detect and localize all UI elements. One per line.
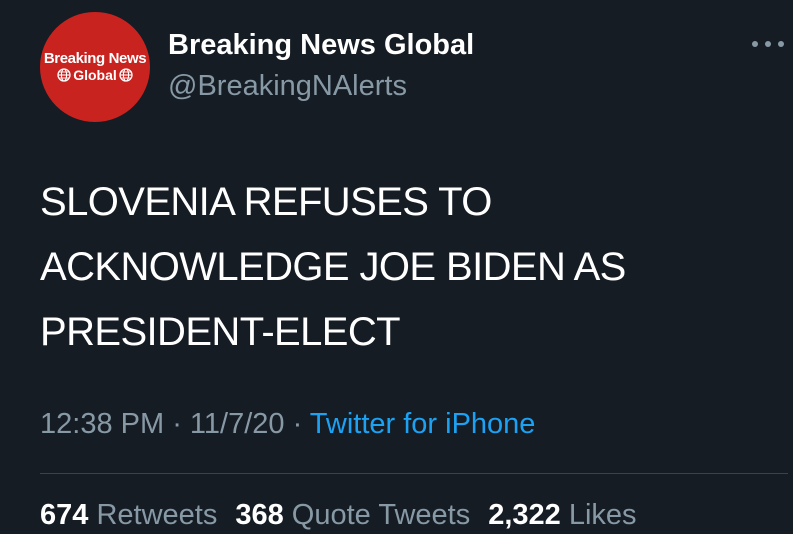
tweet-date[interactable]: 11/7/20	[190, 408, 285, 440]
retweets-stat[interactable]: 674 Retweets	[40, 499, 217, 532]
quote-tweets-label: Quote Tweets	[291, 499, 471, 531]
quote-tweets-stat[interactable]: 368 Quote Tweets	[235, 499, 470, 532]
tweet: Breaking News Global Breaking News Globa…	[0, 0, 793, 534]
more-horizontal-icon-dot	[778, 41, 784, 47]
tweet-stats: 674 Retweets 368 Quote Tweets 2,322 Like…	[40, 499, 637, 532]
tweet-time[interactable]: 12:38 PM	[40, 408, 164, 440]
more-horizontal-icon-dot	[752, 41, 758, 47]
likes-count: 2,322	[488, 499, 561, 531]
globe-icon	[57, 68, 71, 82]
tweet-text-line: PRESIDENT-ELECT	[40, 310, 401, 354]
likes-label: Likes	[568, 499, 637, 531]
retweets-count: 674	[40, 499, 89, 531]
avatar[interactable]: Breaking News Global	[40, 12, 150, 122]
more-horizontal-icon-dot	[765, 41, 771, 47]
tweet-text-line: ACKNOWLEDGE JOE BIDEN AS	[40, 245, 626, 289]
globe-icon	[119, 68, 133, 82]
tweet-source-link[interactable]: Twitter for iPhone	[310, 408, 536, 440]
more-options-button[interactable]	[752, 34, 784, 54]
avatar-text-line2: Global	[73, 67, 117, 83]
divider	[40, 473, 788, 474]
likes-stat[interactable]: 2,322 Likes	[488, 499, 636, 532]
meta-separator: ·	[284, 408, 310, 440]
author-display-name[interactable]: Breaking News Global	[168, 29, 474, 62]
author-handle[interactable]: @BreakingNAlerts	[168, 70, 407, 103]
avatar-text-line1: Breaking News	[43, 50, 147, 67]
quote-tweets-count: 368	[235, 499, 284, 531]
retweets-label: Retweets	[96, 499, 218, 531]
meta-separator: ·	[164, 408, 190, 440]
tweet-text: SLOVENIA REFUSES TO ACKNOWLEDGE JOE BIDE…	[40, 170, 780, 365]
tweet-text-line: SLOVENIA REFUSES TO	[40, 180, 492, 224]
tweet-meta: 12:38 PM · 11/7/20 · Twitter for iPhone	[40, 408, 535, 441]
avatar-text-line2-container: Global	[57, 67, 133, 83]
